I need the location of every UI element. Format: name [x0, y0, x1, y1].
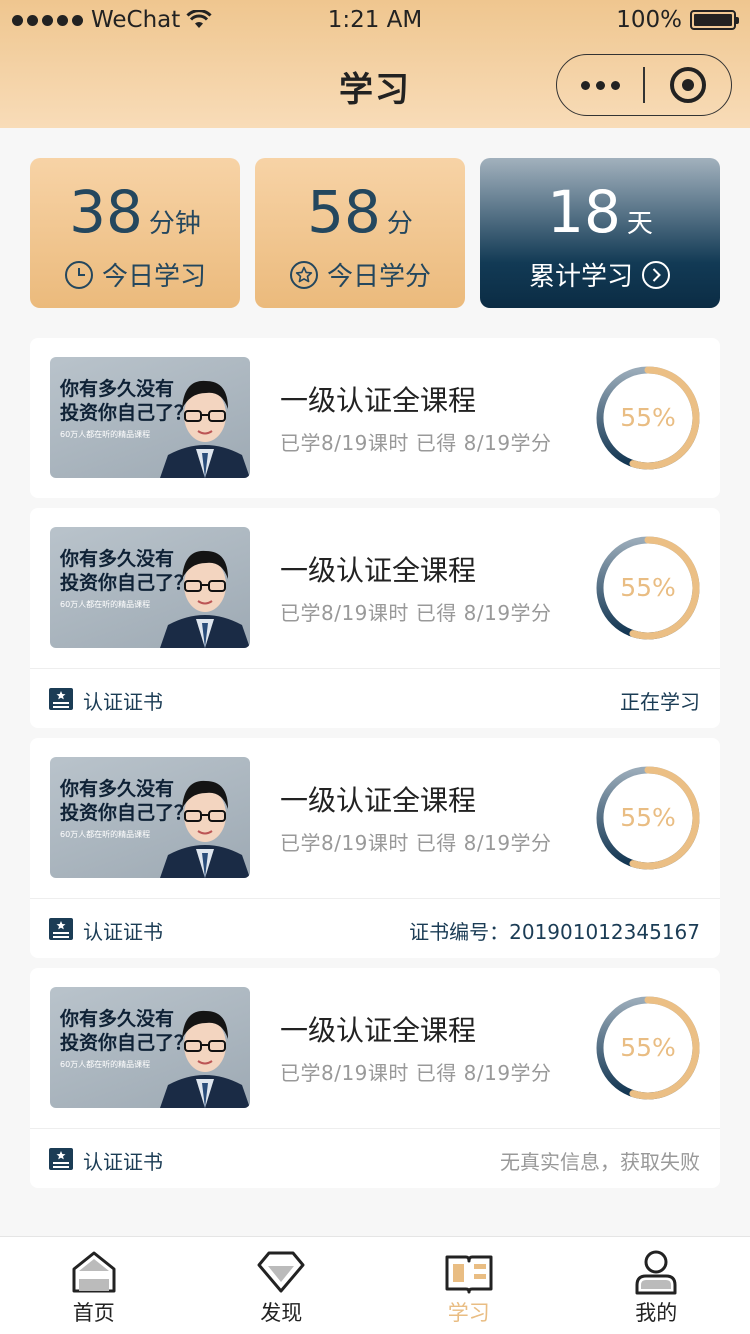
course-card[interactable]: 你有多久没有 投资你自己了？ 60万人都在听的精品课程 一级认证全课程 已学8/1… — [30, 968, 720, 1188]
thumbnail-line-1: 你有多久没有 — [60, 1008, 175, 1030]
certificate-row[interactable]: 认证证书 正在学习 — [30, 668, 720, 728]
stat-label: 累计学习 — [528, 262, 633, 292]
presenter-portrait-icon — [160, 380, 250, 478]
progress-percent: 55% — [620, 803, 676, 832]
diamond-icon — [257, 1251, 305, 1293]
presenter-portrait-icon — [160, 1010, 250, 1108]
thumbnail-subtitle: 60万人都在听的精品课程 — [60, 830, 151, 839]
course-meta: 已学8/19课时 已得 8/19学分 — [280, 431, 552, 455]
tab-mine[interactable]: 我的 — [563, 1237, 750, 1334]
course-card[interactable]: 你有多久没有 投资你自己了？ 60万人都在听的精品课程 一级认证全课程 已学8/1… — [30, 508, 720, 728]
tab-bar: 首页 发现 学习 我的 — [0, 1236, 750, 1334]
course-meta: 已学8/19课时 已得 8/19学分 — [280, 831, 552, 855]
battery-percent: 100% — [616, 7, 682, 33]
course-card[interactable]: 你有多久没有 投资你自己了？ 60万人都在听的精品课程 一级认证全课程 已学8/1… — [30, 738, 720, 958]
tab-label: 发现 — [260, 1301, 303, 1325]
tab-label: 学习 — [447, 1301, 490, 1325]
certificate-icon — [49, 1148, 73, 1170]
status-right: 100% — [616, 7, 739, 33]
stat-value: 58 分 — [255, 180, 465, 256]
book-icon — [445, 1255, 493, 1294]
course-meta: 已学8/19课时 已得 8/19学分 — [280, 1061, 552, 1085]
thumbnail-line-1: 你有多久没有 — [60, 378, 175, 400]
course-title: 一级认证全课程 — [280, 1014, 477, 1047]
stat-unit: 分钟 — [148, 209, 201, 239]
stat-label: 今日学习 — [101, 262, 206, 292]
stat-number: 58 — [307, 178, 381, 246]
tab-label: 我的 — [635, 1301, 678, 1325]
stat-label-row: 今日学习 — [30, 256, 240, 293]
thumbnail-subtitle: 60万人都在听的精品课程 — [60, 430, 151, 439]
tab-learn[interactable]: 学习 — [375, 1237, 563, 1334]
certificate-status: 无真实信息，获取失败 — [500, 1150, 700, 1174]
thumbnail-subtitle: 60万人都在听的精品课程 — [60, 1060, 151, 1069]
course-title: 一级认证全课程 — [280, 784, 477, 817]
course-title: 一级认证全课程 — [280, 384, 477, 417]
stat-value: 38 分钟 — [30, 180, 240, 256]
header: WeChat 1:21 AM 100% 学习 — [0, 0, 750, 128]
chevron-right-circle-icon — [642, 260, 670, 289]
stat-number: 18 — [547, 178, 621, 246]
status-bar: WeChat 1:21 AM 100% — [0, 0, 750, 40]
progress-percent: 55% — [620, 1033, 676, 1062]
presenter-portrait-icon — [160, 550, 250, 648]
course-thumbnail: 你有多久没有 投资你自己了？ 60万人都在听的精品课程 — [50, 357, 250, 478]
course-card[interactable]: 你有多久没有 投资你自己了？ 60万人都在听的精品课程 一级认证全课程 已学8/1… — [30, 338, 720, 498]
stat-today-minutes: 38 分钟 今日学习 — [30, 158, 240, 308]
course-thumbnail: 你有多久没有 投资你自己了？ 60万人都在听的精品课程 — [50, 757, 250, 878]
target-icon — [669, 67, 706, 103]
user-icon — [635, 1250, 677, 1295]
presenter-portrait-icon — [160, 780, 250, 878]
course-title: 一级认证全课程 — [280, 554, 477, 587]
certificate-label: 认证证书 — [83, 690, 163, 714]
stat-label-row: 今日学分 — [255, 256, 465, 293]
certificate-row[interactable]: 认证证书 证书编号：201901012345167 — [30, 898, 720, 958]
tab-discover[interactable]: 发现 — [188, 1237, 376, 1334]
certificate-status: 正在学习 — [620, 690, 700, 714]
battery-icon — [690, 10, 739, 30]
certificate-status: 证书编号：201901012345167 — [409, 920, 700, 944]
home-icon — [72, 1251, 116, 1293]
certificate-label: 认证证书 — [83, 1150, 163, 1174]
tab-label: 首页 — [72, 1301, 115, 1325]
stat-unit: 分 — [386, 209, 413, 239]
stat-number: 38 — [69, 178, 143, 246]
mini-program-capsule — [556, 54, 732, 116]
thumbnail-subtitle: 60万人都在听的精品课程 — [60, 600, 151, 609]
stat-unit: 天 — [626, 209, 653, 239]
certificate-icon — [49, 688, 73, 710]
course-thumbnail: 你有多久没有 投资你自己了？ 60万人都在听的精品课程 — [50, 527, 250, 648]
certificate-row[interactable]: 认证证书 无真实信息，获取失败 — [30, 1128, 720, 1188]
stat-today-credits: 58 分 今日学分 — [255, 158, 465, 308]
stat-value: 18 天 — [480, 180, 720, 256]
stat-total-days[interactable]: 18 天 累计学习 — [480, 158, 720, 308]
certificate-icon — [49, 918, 73, 940]
thumbnail-line-1: 你有多久没有 — [60, 778, 175, 800]
certificate-label: 认证证书 — [83, 920, 163, 944]
stat-label-row: 累计学习 — [480, 256, 720, 293]
star-icon — [289, 260, 318, 289]
stat-label: 今日学分 — [326, 262, 431, 292]
clock-icon — [64, 260, 93, 289]
course-thumbnail: 你有多久没有 投资你自己了？ 60万人都在听的精品课程 — [50, 987, 250, 1108]
course-meta: 已学8/19课时 已得 8/19学分 — [280, 601, 552, 625]
thumbnail-line-1: 你有多久没有 — [60, 548, 175, 570]
progress-percent: 55% — [620, 403, 676, 432]
close-target-button[interactable] — [645, 67, 731, 103]
progress-percent: 55% — [620, 573, 676, 602]
tab-home[interactable]: 首页 — [0, 1237, 188, 1334]
more-icon[interactable] — [557, 80, 643, 90]
